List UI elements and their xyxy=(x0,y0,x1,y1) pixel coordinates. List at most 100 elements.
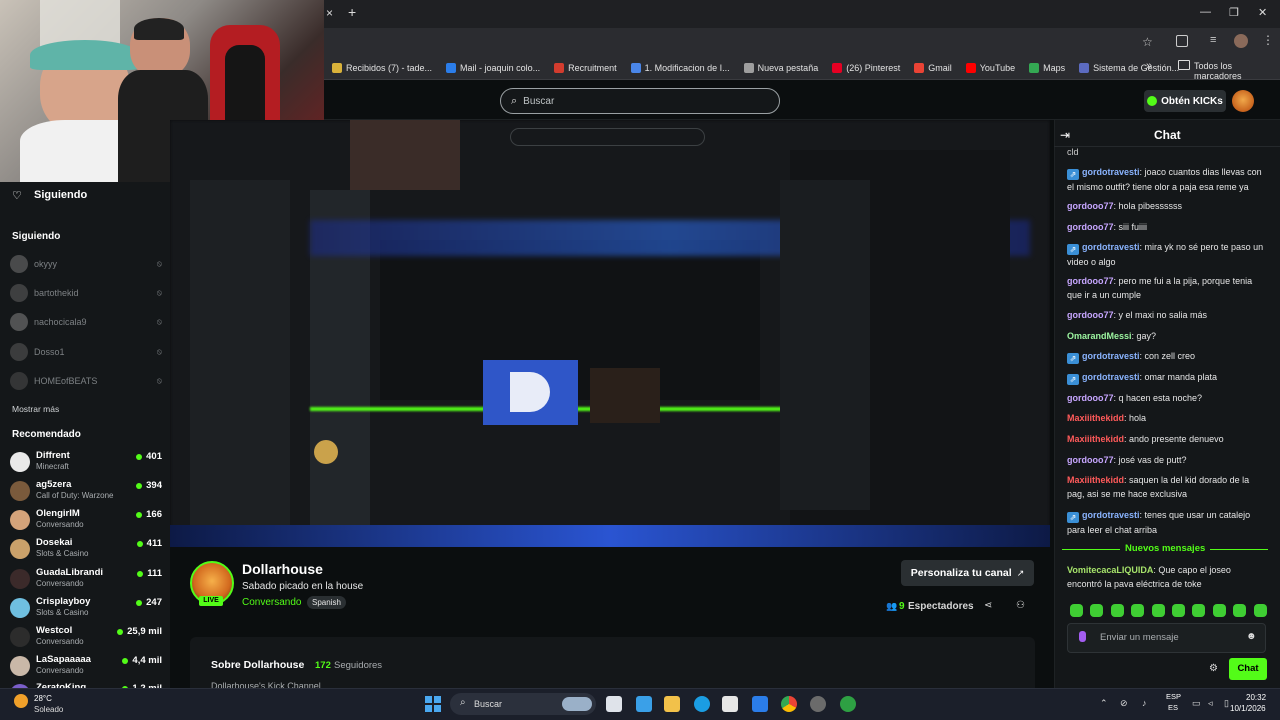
bookmark-item[interactable]: Gmail xyxy=(914,62,952,73)
chat-username[interactable]: VomitecacaLIQUIDA xyxy=(1067,565,1153,575)
sidebar-recommended-item[interactable]: OlengirIM Conversando 166 xyxy=(10,506,162,532)
sidebar-recommended-item[interactable]: ZeratoKing1,2 mil xyxy=(10,680,162,688)
channel-name: Diffrent xyxy=(36,450,70,461)
sidebar-recommended-item[interactable]: LaSapaaaaa Conversando 4,4 mil xyxy=(10,652,162,678)
sidebar-following-item[interactable]: bartothekid ⦸ xyxy=(10,283,162,303)
bookmark-item[interactable]: 1. Modificacion de I... xyxy=(630,62,730,73)
edge-icon[interactable] xyxy=(694,696,710,712)
sidebar-recommended-item[interactable]: ag5zera Call of Duty: Warzone 394 xyxy=(10,477,162,503)
emote-icon[interactable] xyxy=(1131,604,1145,617)
send-chat-button[interactable]: Chat xyxy=(1229,658,1267,680)
chat-username[interactable]: gordooo77 xyxy=(1067,276,1114,286)
chat-username[interactable]: gordotravesti xyxy=(1082,242,1140,252)
chat-username[interactable]: gordooo77 xyxy=(1067,201,1114,211)
emote-icon[interactable] xyxy=(1090,604,1104,617)
chat-username[interactable]: gordooo77 xyxy=(1067,393,1114,403)
mic-tray-icon[interactable]: ♪ xyxy=(1142,698,1147,708)
mail-icon[interactable] xyxy=(752,696,768,712)
collapse-chat-icon[interactable]: ⇥ xyxy=(1060,128,1070,142)
sidebar-recommended-item[interactable]: Diffrent Minecraft 401 xyxy=(10,448,162,474)
language-top[interactable]: ESP xyxy=(1166,692,1181,701)
chat-username[interactable]: gordotravesti xyxy=(1082,372,1140,382)
clock-time[interactable]: 20:32 xyxy=(1246,693,1266,702)
star-icon[interactable]: ☆ xyxy=(1142,35,1153,49)
video-player[interactable] xyxy=(170,120,1050,547)
share-icon[interactable]: ⋖ xyxy=(984,600,992,611)
sidebar-following-item[interactable]: Dosso1 ⦸ xyxy=(10,342,162,362)
chat-username[interactable]: Maxiiithekidd xyxy=(1067,434,1124,444)
network-off-icon[interactable]: ⊘ xyxy=(1120,698,1128,709)
sidebar-recommended-item[interactable]: Crisplayboy Slots & Casino 247 xyxy=(10,594,162,620)
chat-username[interactable]: Maxiiithekidd xyxy=(1067,475,1124,485)
sidebar-recommended-item[interactable]: Westcol Conversando 25,9 mil xyxy=(10,623,162,649)
display-icon[interactable]: ▭ xyxy=(1192,698,1201,709)
chrome-icon[interactable] xyxy=(781,696,797,712)
battery-icon[interactable]: ▯ xyxy=(1224,698,1229,709)
weather-icon[interactable] xyxy=(14,694,28,708)
start-icon[interactable] xyxy=(425,696,441,712)
file-explorer-icon[interactable] xyxy=(664,696,680,712)
show-more-link[interactable]: Mostrar más xyxy=(12,404,59,414)
emote-icon[interactable] xyxy=(1172,604,1185,617)
widgets-icon[interactable] xyxy=(636,696,652,712)
search-input[interactable]: ⌕ Buscar xyxy=(500,88,780,114)
emote-icon[interactable] xyxy=(1233,604,1247,617)
profile-icon[interactable] xyxy=(1234,34,1248,48)
user-avatar[interactable] xyxy=(1232,90,1254,112)
store-icon[interactable] xyxy=(722,696,738,712)
bookmark-item[interactable]: YouTube xyxy=(965,62,1015,73)
tray-chevron-icon[interactable]: ⌃ xyxy=(1100,698,1108,709)
close-tab-icon[interactable]: × xyxy=(326,6,333,20)
channel-name[interactable]: Dollarhouse xyxy=(242,561,323,577)
emote-icon[interactable] xyxy=(1192,604,1206,617)
bookmarks-overflow-icon[interactable]: » xyxy=(1146,60,1152,72)
media-icon[interactable]: ≡ xyxy=(1210,34,1216,46)
app-icon[interactable] xyxy=(810,696,826,712)
chat-username[interactable]: gordotravesti xyxy=(1082,351,1140,361)
maximize-icon[interactable]: ❐ xyxy=(1229,6,1239,19)
bookmark-item[interactable]: Maps xyxy=(1029,62,1065,73)
all-bookmarks-link[interactable]: Todos los marcadores xyxy=(1194,61,1280,81)
chat-username[interactable]: Maxiiithekidd xyxy=(1067,413,1124,423)
get-kicks-button[interactable]: Obtén KICKs xyxy=(1144,90,1226,112)
emote-icon[interactable] xyxy=(1253,604,1267,617)
bookmark-item[interactable]: Nueva pestaña xyxy=(743,62,818,73)
bookmark-item[interactable]: Recruitment xyxy=(554,62,617,73)
chat-username[interactable]: gordooo77 xyxy=(1067,310,1114,320)
sidebar-following-item[interactable]: nachocicala9 ⦸ xyxy=(10,312,162,332)
sidebar-following-title[interactable]: Siguiendo xyxy=(34,189,87,201)
user-settings-icon[interactable]: ⚇ xyxy=(1016,600,1025,611)
chat-username[interactable]: gordooo77 xyxy=(1067,222,1114,232)
microphone-icon[interactable] xyxy=(1079,631,1086,642)
task-view-icon[interactable] xyxy=(606,696,622,712)
chat-username[interactable]: gordotravesti xyxy=(1082,510,1140,520)
chat-username[interactable]: gordooo77 xyxy=(1067,455,1114,465)
weather-temp[interactable]: 28°C xyxy=(34,694,52,703)
emote-icon[interactable] xyxy=(1070,604,1083,617)
sidebar-recommended-item[interactable]: Dosekai Slots & Casino 411 xyxy=(10,535,162,561)
chat-username[interactable]: OmarandMessi xyxy=(1067,331,1132,341)
stream-category[interactable]: Conversando xyxy=(242,597,301,608)
close-window-icon[interactable]: ✕ xyxy=(1258,6,1267,19)
bookmark-item[interactable]: Sistema de Gestión... xyxy=(1079,62,1179,73)
sidebar-following-item[interactable]: okyyy ⦸ xyxy=(10,254,162,274)
volume-icon[interactable]: ◃ xyxy=(1208,698,1213,709)
new-tab-button[interactable]: + xyxy=(348,4,356,20)
chat-username[interactable]: gordotravesti xyxy=(1082,167,1140,177)
menu-icon[interactable]: ⋮ xyxy=(1262,33,1274,47)
bookmark-item[interactable]: (26) Pinterest xyxy=(832,62,900,73)
minimize-icon[interactable]: — xyxy=(1200,6,1211,18)
emote-icon[interactable] xyxy=(1212,604,1226,617)
bookmark-item[interactable]: Mail - joaquin colo... xyxy=(446,62,540,73)
emote-icon[interactable] xyxy=(1110,604,1124,617)
sidebar-recommended-item[interactable]: GuadaLibrandi Conversando 111 xyxy=(10,565,162,591)
emote-icon[interactable] xyxy=(1151,604,1165,617)
emoji-icon[interactable]: ☻ xyxy=(1246,631,1257,642)
xbox-icon[interactable] xyxy=(840,696,856,712)
sidebar-following-item[interactable]: HOMEofBEATS ⦸ xyxy=(10,371,162,391)
chat-settings-icon[interactable]: ⚙ xyxy=(1209,663,1218,674)
language-tag[interactable]: Spanish xyxy=(307,596,346,609)
bookmark-item[interactable]: Recibidos (7) - tade... xyxy=(332,62,432,73)
extensions-icon[interactable] xyxy=(1176,35,1188,47)
personalize-channel-button[interactable]: Personaliza tu canal ↗ xyxy=(901,560,1034,586)
